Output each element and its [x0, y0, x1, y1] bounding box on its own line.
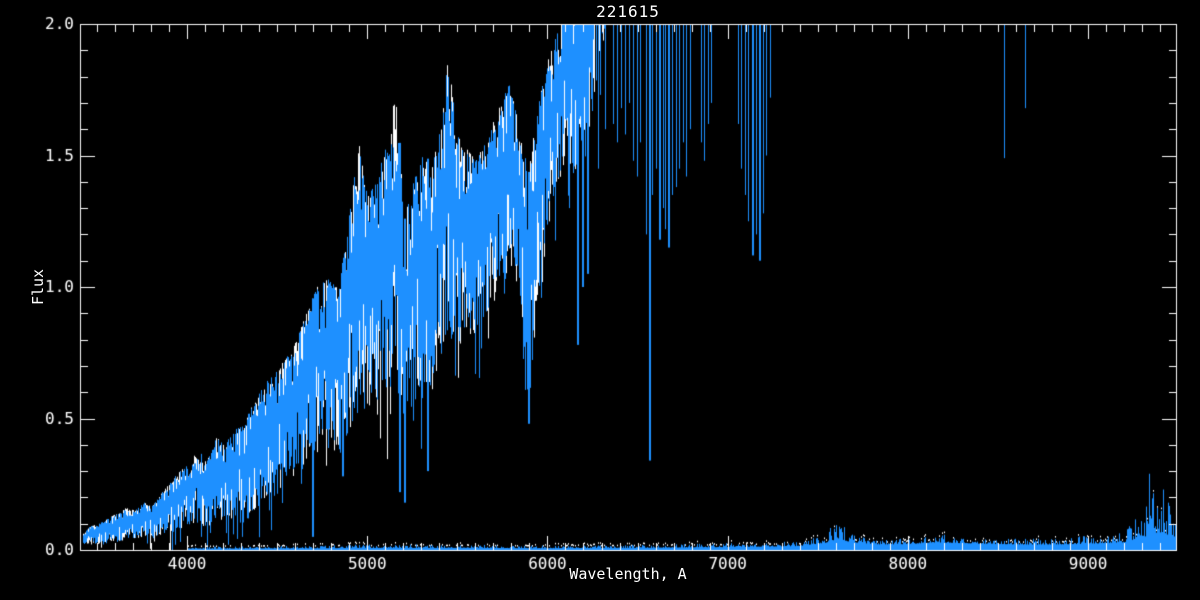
spectrum-plot-canvas: [0, 0, 1200, 600]
spectrum-figure: 221615 Wavelength, A Flux: [0, 0, 1200, 600]
